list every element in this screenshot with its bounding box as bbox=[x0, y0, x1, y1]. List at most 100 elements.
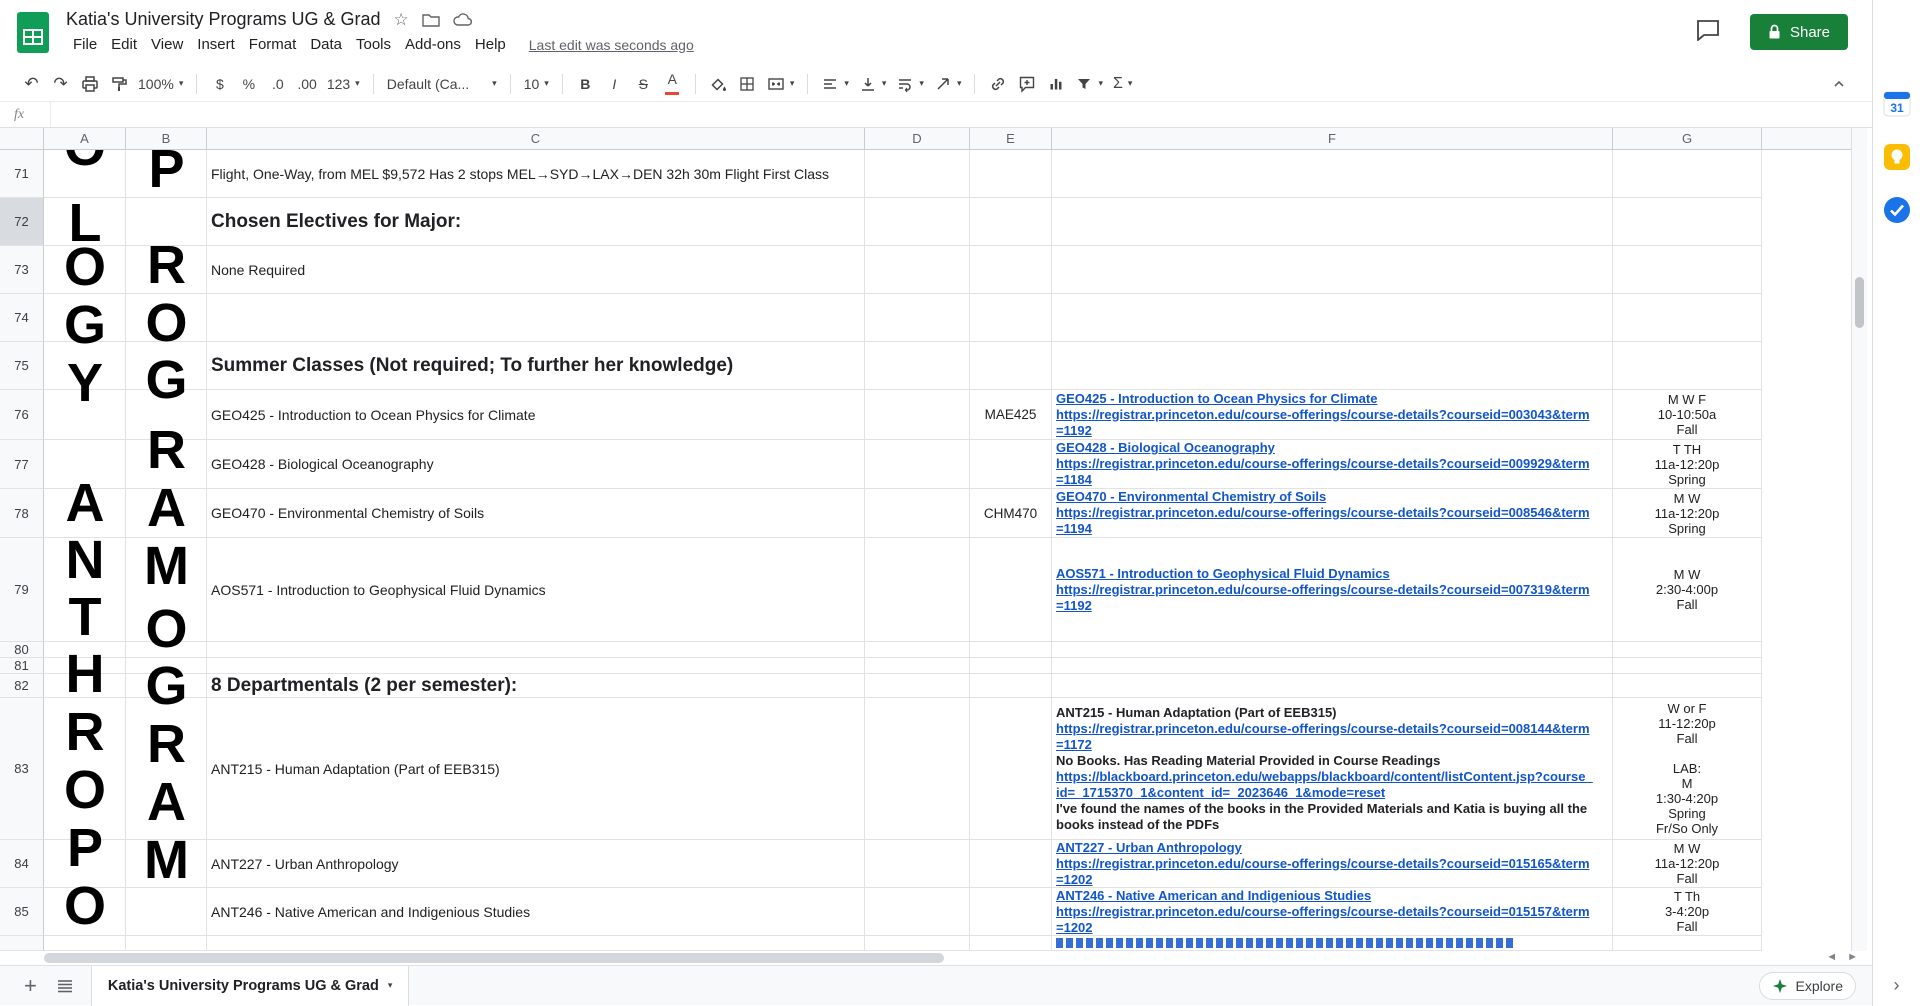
italic-button[interactable]: I bbox=[601, 70, 628, 97]
cell-C77[interactable]: GEO428 - Biological Oceanography bbox=[207, 440, 865, 489]
add-sheet-button[interactable]: + bbox=[14, 973, 47, 999]
cell-G85[interactable]: T Th3-4:20pFall bbox=[1613, 888, 1762, 936]
row-header-76[interactable]: 76 bbox=[0, 390, 44, 440]
row-header-85[interactable]: 85 bbox=[0, 888, 44, 936]
menu-view[interactable]: View bbox=[144, 33, 190, 56]
cell-G73[interactable] bbox=[1613, 246, 1762, 294]
move-folder-icon[interactable] bbox=[422, 13, 440, 27]
paint-format-button[interactable] bbox=[105, 70, 132, 97]
cell-D71[interactable] bbox=[865, 150, 970, 198]
all-sheets-button[interactable] bbox=[47, 979, 83, 993]
vertical-scrollbar[interactable] bbox=[1851, 128, 1867, 951]
vertical-align-select[interactable]: ▾ bbox=[855, 70, 891, 97]
cell-C74[interactable] bbox=[207, 294, 865, 342]
cell-C71[interactable]: Flight, One-Way, from MEL $9,572 Has 2 s… bbox=[207, 150, 865, 198]
cell-C75[interactable]: Summer Classes (Not required; To further… bbox=[207, 342, 865, 390]
row-header-72[interactable]: 72 bbox=[0, 198, 44, 246]
column-header-G[interactable]: G bbox=[1613, 128, 1762, 150]
row-header-77[interactable]: 77 bbox=[0, 440, 44, 489]
cell-Ex[interactable] bbox=[970, 936, 1052, 951]
menu-edit[interactable]: Edit bbox=[104, 33, 144, 56]
cell-Gx[interactable] bbox=[1613, 936, 1762, 951]
cell-E80[interactable] bbox=[970, 642, 1052, 658]
cell-F75[interactable] bbox=[1052, 342, 1613, 390]
horizontal-scrollbar[interactable]: ◄ ► bbox=[0, 951, 1872, 965]
row-header-80[interactable]: 80 bbox=[0, 642, 44, 658]
cell-B82[interactable] bbox=[126, 674, 207, 698]
cell-B79[interactable] bbox=[126, 538, 207, 642]
row-header-82[interactable]: 82 bbox=[0, 674, 44, 698]
last-edit-status[interactable]: Last edit was seconds ago bbox=[529, 37, 694, 53]
cell-D82[interactable] bbox=[865, 674, 970, 698]
vertical-scroll-thumb[interactable] bbox=[1855, 277, 1864, 328]
column-header-B[interactable]: B bbox=[126, 128, 207, 150]
column-header-E[interactable]: E bbox=[970, 128, 1052, 150]
insert-link-button[interactable] bbox=[984, 70, 1011, 97]
cell-A81[interactable] bbox=[44, 658, 126, 674]
cell-link[interactable]: https://registrar.princeton.edu/course-o… bbox=[1056, 582, 1608, 598]
row-header-71[interactable]: 71 bbox=[0, 150, 44, 198]
cell-A73[interactable] bbox=[44, 246, 126, 294]
cell-A83[interactable] bbox=[44, 698, 126, 840]
cell-link[interactable]: id=_1715370_1&content_id=_2023646_1&mode… bbox=[1056, 785, 1608, 801]
cell-F72[interactable] bbox=[1052, 198, 1613, 246]
horizontal-scroll-thumb[interactable] bbox=[44, 953, 944, 963]
cell-F78[interactable]: GEO470 - Environmental Chemistry of Soil… bbox=[1052, 489, 1613, 538]
cell-C78[interactable]: GEO470 - Environmental Chemistry of Soil… bbox=[207, 489, 865, 538]
borders-button[interactable] bbox=[734, 70, 761, 97]
cell-link[interactable]: =1172 bbox=[1056, 737, 1608, 753]
cell-F79[interactable]: AOS571 - Introduction to Geophysical Flu… bbox=[1052, 538, 1613, 642]
text-color-button[interactable]: A bbox=[659, 70, 686, 97]
cell-G80[interactable] bbox=[1613, 642, 1762, 658]
cell-F71[interactable] bbox=[1052, 150, 1613, 198]
scroll-left-arrow[interactable]: ◄ bbox=[1826, 951, 1837, 963]
cell-B80[interactable] bbox=[126, 642, 207, 658]
cell-D85[interactable] bbox=[865, 888, 970, 936]
text-rotation-select[interactable]: ▾ bbox=[930, 70, 966, 97]
scroll-right-arrow[interactable]: ► bbox=[1847, 951, 1858, 963]
sheet-tab-active[interactable]: Katia's University Programs UG & Grad ▾ bbox=[91, 966, 410, 1006]
row-header-79[interactable]: 79 bbox=[0, 538, 44, 642]
cell-A82[interactable] bbox=[44, 674, 126, 698]
cell-A74[interactable] bbox=[44, 294, 126, 342]
row-header-78[interactable]: 78 bbox=[0, 489, 44, 538]
cell-B81[interactable] bbox=[126, 658, 207, 674]
cell-E74[interactable] bbox=[970, 294, 1052, 342]
tasks-icon[interactable] bbox=[1883, 196, 1911, 229]
column-header-C[interactable]: C bbox=[207, 128, 865, 150]
cell-C73[interactable]: None Required bbox=[207, 246, 865, 294]
column-header-F[interactable]: F bbox=[1052, 128, 1613, 150]
cell-E73[interactable] bbox=[970, 246, 1052, 294]
cell-E84[interactable] bbox=[970, 840, 1052, 888]
cell-link[interactable]: AOS571 - Introduction to Geophysical Flu… bbox=[1056, 566, 1608, 582]
cell-link[interactable]: =1194 bbox=[1056, 521, 1608, 537]
bold-button[interactable]: B bbox=[572, 70, 599, 97]
cell-B77[interactable] bbox=[126, 440, 207, 489]
cell-D80[interactable] bbox=[865, 642, 970, 658]
cell-link[interactable]: GEO470 - Environmental Chemistry of Soil… bbox=[1056, 489, 1608, 505]
cell-C82[interactable]: 8 Departmentals (2 per semester): bbox=[207, 674, 865, 698]
cell-link[interactable]: =1192 bbox=[1056, 423, 1608, 439]
row-header-75[interactable]: 75 bbox=[0, 342, 44, 390]
cell-D74[interactable] bbox=[865, 294, 970, 342]
cell-D78[interactable] bbox=[865, 489, 970, 538]
cell-B74[interactable] bbox=[126, 294, 207, 342]
functions-select[interactable]: Σ▾ bbox=[1109, 70, 1136, 97]
cell-link[interactable]: https://blackboard.princeton.edu/webapps… bbox=[1056, 769, 1608, 785]
cell-link[interactable]: GEO425 - Introduction to Ocean Physics f… bbox=[1056, 391, 1608, 407]
horizontal-align-select[interactable]: ▾ bbox=[817, 70, 853, 97]
cell-G76[interactable]: M W F10-10:50aFall bbox=[1613, 390, 1762, 440]
cell-C72[interactable]: Chosen Electives for Major: bbox=[207, 198, 865, 246]
cell-G74[interactable] bbox=[1613, 294, 1762, 342]
cell-F83[interactable]: ANT215 - Human Adaptation (Part of EEB31… bbox=[1052, 698, 1613, 840]
cell-Fx[interactable] bbox=[1052, 936, 1613, 951]
cell-G75[interactable] bbox=[1613, 342, 1762, 390]
row-header-84[interactable]: 84 bbox=[0, 840, 44, 888]
calendar-icon[interactable]: 31 bbox=[1883, 90, 1911, 123]
more-formats-select[interactable]: 123▾ bbox=[323, 70, 364, 97]
cell-F85[interactable]: ANT246 - Native American and Indigenious… bbox=[1052, 888, 1613, 936]
cell-E72[interactable] bbox=[970, 198, 1052, 246]
cell-F84[interactable]: ANT227 - Urban Anthropologyhttps://regis… bbox=[1052, 840, 1613, 888]
cell-D79[interactable] bbox=[865, 538, 970, 642]
cell-F77[interactable]: GEO428 - Biological Oceanographyhttps://… bbox=[1052, 440, 1613, 489]
